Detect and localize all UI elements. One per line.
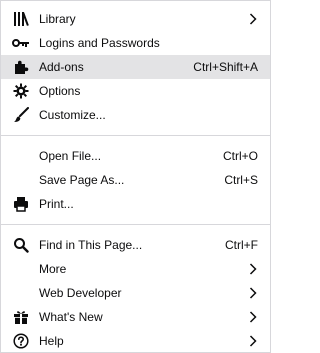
gift-icon (11, 307, 31, 327)
search-icon (11, 235, 31, 255)
menu-item-label: Help (39, 334, 64, 348)
menu-item-help[interactable]: Help (1, 329, 270, 353)
menu-item-label: What's New (39, 310, 103, 324)
shortcut-label: Ctrl+O (222, 149, 258, 163)
menu-item-label: More (39, 262, 67, 276)
library-icon (11, 9, 31, 29)
menu-item-print[interactable]: Print... (1, 192, 270, 216)
chevron-right-icon (248, 286, 258, 300)
menu-item-customize[interactable]: Customize... (1, 103, 270, 127)
menu-item-label: Logins and Passwords (39, 36, 160, 50)
menu-section-file: Open File... Ctrl+O Save Page As... Ctrl… (1, 144, 270, 216)
gear-icon (11, 81, 31, 101)
app-menu-panel: Library Logins and Passwords Add-ons Ctr… (0, 0, 271, 353)
menu-item-add-ons[interactable]: Add-ons Ctrl+Shift+A (1, 55, 270, 79)
menu-item-options[interactable]: Options (1, 79, 270, 103)
menu-item-open-file[interactable]: Open File... Ctrl+O (1, 144, 270, 168)
menu-item-whats-new[interactable]: What's New (1, 305, 270, 329)
menu-section-tools: Find in This Page... Ctrl+F More Web Dev… (1, 233, 270, 353)
chevron-right-icon (248, 12, 258, 26)
menu-item-label: Web Developer (39, 286, 122, 300)
puzzle-icon (11, 57, 31, 77)
menu-item-save-page-as[interactable]: Save Page As... Ctrl+S (1, 168, 270, 192)
menu-item-label: Save Page As... (39, 173, 125, 187)
menu-item-label: Options (39, 84, 81, 98)
menu-item-label: Customize... (39, 108, 106, 122)
menu-item-logins-and-passwords[interactable]: Logins and Passwords (1, 31, 270, 55)
menu-separator (1, 135, 270, 136)
menu-item-find-in-page[interactable]: Find in This Page... Ctrl+F (1, 233, 270, 257)
menu-item-label: Add-ons (39, 60, 84, 74)
shortcut-label: Ctrl+S (224, 173, 258, 187)
chevron-right-icon (248, 262, 258, 276)
menu-separator (1, 224, 270, 225)
menu-item-label: Open File... (39, 149, 102, 163)
help-icon (11, 331, 31, 351)
menu-item-more[interactable]: More (1, 257, 270, 281)
chevron-right-icon (248, 334, 258, 348)
shortcut-label: Ctrl+Shift+A (193, 60, 258, 74)
menu-item-label: Find in This Page... (39, 238, 143, 252)
menu-item-label: Print... (39, 197, 74, 211)
shortcut-label: Ctrl+F (225, 238, 258, 252)
chevron-right-icon (248, 310, 258, 324)
menu-item-web-developer[interactable]: Web Developer (1, 281, 270, 305)
paintbrush-icon (11, 105, 31, 125)
menu-item-library[interactable]: Library (1, 7, 270, 31)
printer-icon (11, 194, 31, 214)
key-icon (11, 33, 31, 53)
menu-item-label: Library (39, 12, 76, 26)
menu-section-library: Library Logins and Passwords Add-ons Ctr… (1, 1, 270, 127)
